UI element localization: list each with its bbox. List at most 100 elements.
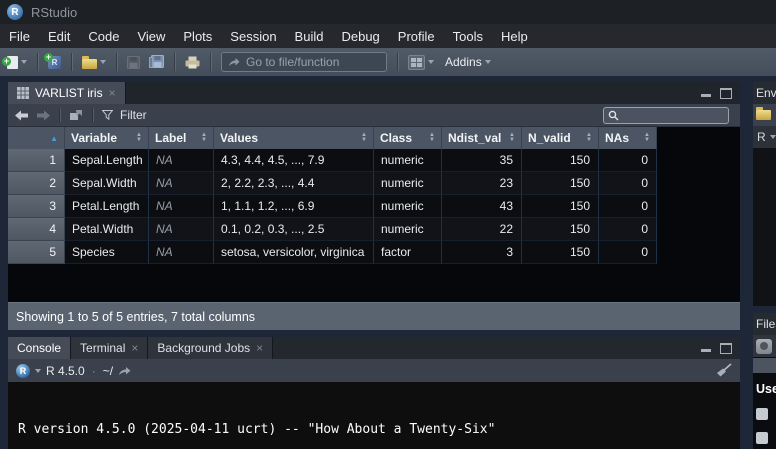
column-header-nas[interactable]: NAs▲▼ <box>599 127 657 149</box>
column-header-class[interactable]: Class▲▼ <box>374 127 442 149</box>
menu-edit[interactable]: Edit <box>39 24 79 48</box>
open-in-new-window-icon[interactable] <box>69 109 83 121</box>
close-icon[interactable]: × <box>109 87 116 99</box>
row-filler <box>657 172 740 195</box>
plus-badge-icon: + <box>44 53 53 62</box>
sort-toggle-icon: ▲▼ <box>201 133 207 143</box>
menu-debug[interactable]: Debug <box>332 24 388 48</box>
cell-variable: Species <box>65 241 149 264</box>
table-row[interactable]: 2 Sepal.Width NA 2, 2.2, 2.3, ..., 4.4 n… <box>8 172 740 195</box>
back-icon[interactable] <box>15 110 29 121</box>
open-folder-icon <box>82 59 97 69</box>
column-header-values[interactable]: Values▲▼ <box>214 127 374 149</box>
tab-files[interactable]: Files <box>756 317 776 331</box>
cell-n-valid: 150 <box>522 218 599 241</box>
open-file-button[interactable] <box>80 54 108 71</box>
files-tabstrip: Files <box>753 313 776 335</box>
goto-arrow-icon <box>228 57 240 67</box>
menu-code[interactable]: Code <box>79 24 128 48</box>
menu-profile[interactable]: Profile <box>389 24 444 48</box>
table-row[interactable]: 4 Petal.Width NA 0.1, 0.2, 0.3, ..., 2.5… <box>8 218 740 241</box>
close-icon[interactable]: × <box>131 342 138 354</box>
tab-varlist-iris[interactable]: VARLIST iris × <box>8 82 126 104</box>
forward-icon[interactable] <box>36 110 50 121</box>
pane-layout-button[interactable] <box>406 53 436 72</box>
cell-label: NA <box>149 241 214 264</box>
row-number: 4 <box>8 218 65 241</box>
save-button[interactable] <box>125 54 142 71</box>
toolbar-divider <box>174 53 175 71</box>
sort-toggle-icon: ▲▼ <box>644 133 650 143</box>
addins-label: Addins <box>445 55 482 69</box>
goto-working-dir-icon[interactable] <box>118 366 131 376</box>
tab-environment[interactable]: Environment <box>756 86 776 100</box>
save-all-button[interactable] <box>147 53 166 71</box>
cell-values: 0.1, 0.2, 0.3, ..., 2.5 <box>214 218 374 241</box>
menu-file[interactable]: File <box>0 24 39 48</box>
chevron-down-icon <box>485 60 491 64</box>
filter-icon[interactable] <box>102 110 113 120</box>
environment-language-selector[interactable]: R <box>753 126 776 148</box>
tab-background-jobs[interactable]: Background Jobs × <box>148 337 273 359</box>
new-file-button[interactable]: + <box>5 54 29 71</box>
column-header-variable[interactable]: Variable▲▼ <box>65 127 149 149</box>
new-folder-icon[interactable] <box>756 339 772 354</box>
column-header-n-valid[interactable]: N_valid▲▼ <box>522 127 599 149</box>
minimize-pane-icon[interactable] <box>701 344 712 353</box>
load-workspace-icon[interactable] <box>756 110 771 120</box>
search-input[interactable] <box>623 108 724 122</box>
working-directory[interactable]: ~/ <box>103 364 113 378</box>
cell-variable: Sepal.Length <box>65 149 149 172</box>
r-version-label[interactable]: R 4.5.0 <box>46 364 85 378</box>
goto-placeholder: Go to file/function <box>246 55 339 69</box>
menu-tools[interactable]: Tools <box>444 24 492 48</box>
data-grid-icon <box>17 87 29 99</box>
menu-plots[interactable]: Plots <box>174 24 221 48</box>
filter-label[interactable]: Filter <box>120 108 147 122</box>
table-row[interactable]: 3 Petal.Length NA 1, 1.1, 1.2, ..., 6.9 … <box>8 195 740 218</box>
row-number: 2 <box>8 172 65 195</box>
maximize-pane-icon[interactable] <box>720 88 732 99</box>
row-number: 5 <box>8 241 65 264</box>
minimize-pane-icon[interactable] <box>701 89 712 98</box>
file-checkbox[interactable] <box>756 408 768 420</box>
cell-nas: 0 <box>599 172 657 195</box>
tab-title: VARLIST iris <box>35 86 103 100</box>
search-icon <box>608 110 619 121</box>
clear-console-icon[interactable] <box>715 363 732 378</box>
sort-ascending-icon: ▲ <box>50 134 58 143</box>
column-header-ndist-val[interactable]: Ndist_val▲▼ <box>442 127 522 149</box>
row-filler <box>657 149 740 172</box>
new-project-button[interactable]: R+ <box>46 54 63 71</box>
console-info-bar: R R 4.5.0 · ~/ <box>8 359 740 382</box>
print-button[interactable] <box>183 54 202 71</box>
tab-terminal[interactable]: Terminal × <box>71 337 148 359</box>
main-toolbar: + R+ Go to file/function Addins <box>0 48 776 76</box>
toolbar-divider <box>71 53 72 71</box>
table-search-box[interactable] <box>603 107 729 124</box>
menu-view[interactable]: View <box>128 24 174 48</box>
column-header-label[interactable]: Label▲▼ <box>149 127 214 149</box>
console-output[interactable]: R version 4.5.0 (2025-04-11 ucrt) -- "Ho… <box>8 382 740 449</box>
table-row[interactable]: 1 Sepal.Length NA 4.3, 4.4, 4.5, ..., 7.… <box>8 149 740 172</box>
goto-file-function-input[interactable]: Go to file/function <box>221 52 387 72</box>
cell-values: setosa, versicolor, virginica <box>214 241 374 264</box>
r-version-icon: R <box>16 364 30 378</box>
column-header-rownum[interactable]: ▲ <box>8 127 65 149</box>
tab-console[interactable]: Console <box>8 337 71 359</box>
chevron-down-icon[interactable] <box>35 369 41 373</box>
table-row[interactable]: 5 Species NA setosa, versicolor, virgini… <box>8 241 740 264</box>
addins-button[interactable]: Addins <box>441 53 493 71</box>
menu-session[interactable]: Session <box>221 24 285 48</box>
menu-build[interactable]: Build <box>286 24 333 48</box>
cell-values: 4.3, 4.4, 4.5, ..., 7.9 <box>214 149 374 172</box>
file-checkbox[interactable] <box>756 432 768 444</box>
cell-ndist-val: 22 <box>442 218 522 241</box>
maximize-pane-icon[interactable] <box>720 343 732 354</box>
pane-layout-icon <box>408 55 425 70</box>
close-icon[interactable]: × <box>256 342 263 354</box>
sort-toggle-icon: ▲▼ <box>509 133 515 143</box>
sort-toggle-icon: ▲▼ <box>136 133 142 143</box>
cell-values: 1, 1.1, 1.2, ..., 6.9 <box>214 195 374 218</box>
menu-help[interactable]: Help <box>492 24 537 48</box>
